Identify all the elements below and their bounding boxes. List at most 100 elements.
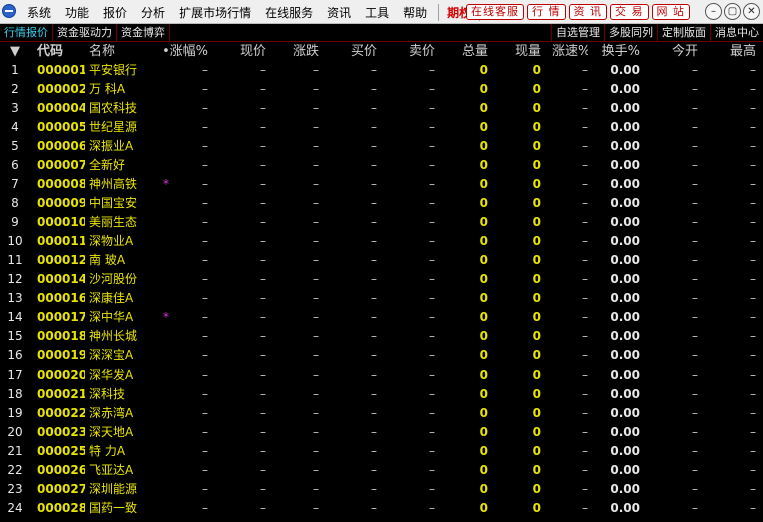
tab-message-center[interactable]: 消息中心 (710, 24, 763, 42)
table-row[interactable]: 12 000014 沙河股份 – – – – – 0 0 – 0.00 – – (0, 270, 763, 289)
table-row[interactable]: 5 000006 深振业A – – – – – 0 0 – 0.00 – – (0, 137, 763, 156)
table-row[interactable]: 18 000021 深科技 – – – – – 0 0 – 0.00 – – (0, 385, 763, 404)
sort-desc-icon[interactable]: ▼ (0, 42, 30, 61)
menu-analysis[interactable]: 分析 (134, 4, 172, 21)
tab-fund-driver[interactable]: 资金驱动力 (53, 24, 117, 42)
change-speed: – (582, 329, 588, 344)
change-speed: – (582, 500, 588, 515)
website-button[interactable]: 网 站 (651, 4, 690, 20)
change-pct: – (202, 424, 208, 439)
col-header-turnover[interactable]: 换手% (600, 42, 640, 61)
menu-extended-market[interactable]: 扩展市场行情 (172, 4, 258, 21)
change-pct: – (202, 177, 208, 192)
open-price: – (692, 196, 698, 211)
table-row[interactable]: 20 000023 深天地A – – – – – 0 0 – 0.00 – – (0, 423, 763, 442)
turnover-pct: 0.00 (610, 82, 640, 97)
trade-button[interactable]: 交 易 (610, 4, 649, 20)
table-row[interactable]: 9 000010 美丽生态 – – – – – 0 0 – 0.00 – – (0, 213, 763, 232)
table-row[interactable]: 17 000020 深华发A – – – – – 0 0 – 0.00 – – (0, 366, 763, 385)
table-row[interactable]: 13 000016 深康佳A – – – – – 0 0 – 0.00 – – (0, 289, 763, 308)
change-pct: – (202, 101, 208, 116)
menu-system[interactable]: 系统 (20, 4, 58, 21)
stock-name: 深中华A (89, 310, 134, 325)
quick-links: 在线客服 行 情 资 讯 交 易 网 站 (466, 4, 690, 20)
table-row[interactable]: 11 000012 南 玻A – – – – – 0 0 – 0.00 – – (0, 251, 763, 270)
quote-button[interactable]: 行 情 (527, 4, 566, 20)
change-speed: – (582, 443, 588, 458)
change-pct: – (202, 329, 208, 344)
open-price: – (692, 101, 698, 116)
col-header-change[interactable]: 涨跌 (289, 42, 319, 61)
change-pct: – (202, 500, 208, 515)
stock-name: 深华发A (89, 367, 134, 382)
ask-price: – (429, 481, 435, 496)
change: – (313, 101, 319, 116)
tab-quote-list[interactable]: 行情报价 (0, 24, 53, 42)
news-button[interactable]: 资 讯 (568, 4, 607, 20)
col-header-speed[interactable]: 涨速% (552, 42, 588, 61)
table-row[interactable]: 14 000017 深中华A * – – – – –0 0–0.00– – (0, 308, 763, 327)
tab-multi-stock[interactable]: 多股同列 (604, 24, 657, 42)
change: – (313, 82, 319, 97)
col-header-volume[interactable]: 总量 (456, 42, 488, 61)
stock-name: 深振业A (89, 139, 134, 154)
current-volume: 0 (532, 443, 541, 458)
col-header-name[interactable]: 名称 (89, 42, 159, 61)
bid-price: – (371, 63, 377, 77)
table-row[interactable]: 21 000025 特 力A – – – – – 0 0 – 0.00 – – (0, 442, 763, 461)
table-row[interactable]: 4 000005 世纪星源 – – – – – 0 0 – 0.00 – – (0, 118, 763, 137)
tab-fund-game[interactable]: 资金博弈 (117, 24, 170, 42)
table-row[interactable]: 22 000026 飞亚达A – – – – – 0 0 – 0.00 – – (0, 461, 763, 480)
open-price: – (692, 481, 698, 496)
close-icon[interactable]: ✕ (743, 3, 760, 20)
turnover-pct: 0.00 (610, 291, 640, 306)
change-speed: – (582, 158, 588, 173)
menu-quote[interactable]: 报价 (96, 4, 134, 21)
online-support-button[interactable]: 在线客服 (466, 4, 524, 20)
turnover-pct: 0.00 (610, 386, 640, 401)
table-row[interactable]: 19 000022 深赤湾A – – – – – 0 0 – 0.00 – – (0, 404, 763, 423)
table-row[interactable]: 7 000008 神州高铁 * – – – – –0 0–0.00– – (0, 175, 763, 194)
change: – (313, 234, 319, 249)
tab-custom-layout[interactable]: 定制版面 (657, 24, 710, 42)
table-row[interactable]: 3 000004 国农科技 – – – – – 0 0 – 0.00 – – (0, 99, 763, 118)
table-row[interactable]: 16 000019 深深宝A – – – – – 0 0 – 0.00 – – (0, 346, 763, 365)
tab-watchlist-manage[interactable]: 自选管理 (551, 24, 604, 42)
table-row[interactable]: 24 000028 国药一致 – – – – – 0 0 – 0.00 – – (0, 499, 763, 518)
menu-help[interactable]: 帮助 (396, 4, 434, 21)
menu-online-service[interactable]: 在线服务 (258, 4, 320, 21)
turnover-pct: 0.00 (610, 63, 640, 77)
col-header-current-volume[interactable]: 现量 (509, 42, 541, 61)
col-header-bid[interactable]: 买价 (347, 42, 377, 61)
stock-code: 000007 (37, 158, 85, 173)
menu-tools[interactable]: 工具 (358, 4, 396, 21)
table-row[interactable]: 15 000018 神州长城 – – – – – 0 0 – 0.00 – – (0, 327, 763, 346)
menu-function[interactable]: 功能 (58, 4, 96, 21)
restore-icon[interactable]: ▢ (724, 3, 741, 20)
ask-price: – (429, 215, 435, 230)
app-logo-icon[interactable] (2, 4, 16, 18)
table-row[interactable]: 23 000027 深圳能源 – – – – – 0 0 – 0.00 – – (0, 480, 763, 499)
stock-code: 000017 (37, 310, 85, 325)
table-row[interactable]: 8 000009 中国宝安 – – – – – 0 0 – 0.00 – – (0, 194, 763, 213)
col-header-ask[interactable]: 卖价 (405, 42, 435, 61)
total-volume: 0 (479, 310, 488, 325)
table-row[interactable]: 10 000011 深物业A – – – – – 0 0 – 0.00 – – (0, 232, 763, 251)
menu-news[interactable]: 资讯 (320, 4, 358, 21)
high-price: – (750, 120, 756, 135)
change-pct: – (202, 443, 208, 458)
bid-price: – (371, 348, 377, 363)
stock-code: 000014 (37, 272, 85, 287)
turnover-pct: 0.00 (610, 120, 640, 135)
col-header-price[interactable]: 现价 (236, 42, 266, 61)
col-header-change-pct[interactable]: 涨幅% (168, 42, 208, 61)
table-row[interactable]: 6 000007 全新好 – – – – – 0 0 – 0.00 – – (0, 156, 763, 175)
minimize-icon[interactable]: – (705, 3, 722, 20)
col-header-high[interactable]: 最高 (722, 42, 756, 61)
table-row[interactable]: 2 000002 万 科A – – – – – 0 0 – 0.00 – – (0, 80, 763, 99)
table-row[interactable]: 1 000001 平安银行 – – – – – 0 0 – 0.00 – – (0, 61, 763, 80)
col-header-code[interactable]: 代码 (37, 42, 85, 61)
col-header-open[interactable]: 今开 (668, 42, 698, 61)
quote-table: ▼ 代码 名称 • 涨幅% 现价 涨跌 买价 卖价 总量 现量 涨速% 换手% … (0, 42, 763, 518)
turnover-pct: 0.00 (610, 424, 640, 439)
